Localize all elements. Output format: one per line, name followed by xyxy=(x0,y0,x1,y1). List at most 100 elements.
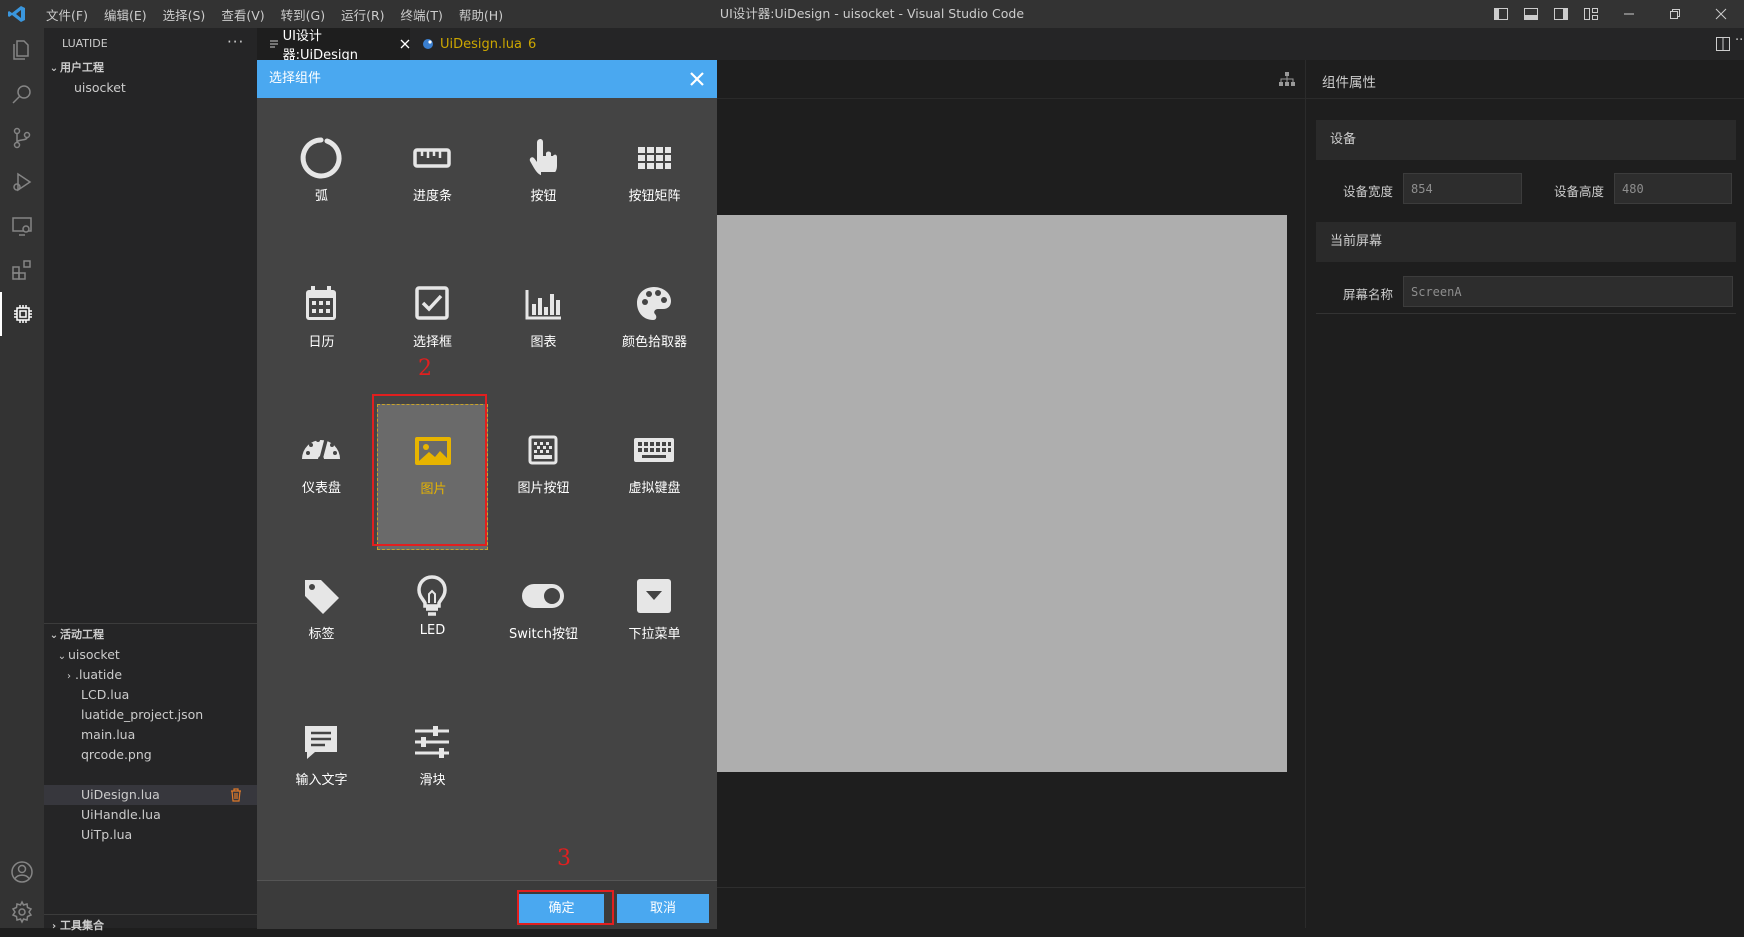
file-item[interactable]: LCD.lua xyxy=(44,685,257,705)
toggle-panel-icon[interactable] xyxy=(1520,0,1542,28)
component-label[interactable]: 标签 xyxy=(266,550,377,696)
file-item[interactable]: qrcode.png xyxy=(44,745,257,765)
component-arc[interactable]: 弧 xyxy=(266,112,377,258)
trash-icon[interactable] xyxy=(230,788,242,802)
chevron-right-icon: › xyxy=(67,671,71,682)
customize-layout-icon[interactable] xyxy=(1580,0,1602,28)
sidebar-title: LUATIDE xyxy=(62,37,108,50)
menu-terminal[interactable]: 终端(T) xyxy=(393,5,451,24)
component-chart[interactable]: 图表 xyxy=(488,258,599,404)
close-window-icon[interactable] xyxy=(1698,0,1744,28)
close-tab-icon[interactable] xyxy=(400,39,410,49)
vscode-logo-icon xyxy=(8,6,25,22)
screen-name-input[interactable]: ScreenA xyxy=(1403,276,1733,307)
menu-run[interactable]: 运行(R) xyxy=(333,5,392,24)
file-item-selected[interactable]: UiDesign.lua xyxy=(44,785,257,805)
component-button[interactable]: 按钮 xyxy=(488,112,599,258)
search-icon[interactable] xyxy=(0,72,44,116)
annotation-step-2: 2 xyxy=(418,356,432,381)
screen-name-label: 屏幕名称 xyxy=(1343,287,1394,302)
component-text-input[interactable]: 输入文字 xyxy=(266,696,377,842)
device-height-input[interactable]: 480 xyxy=(1614,173,1732,204)
dialog-header: 选择组件 xyxy=(257,60,717,98)
arc-icon xyxy=(300,137,342,179)
preview-icon xyxy=(270,40,278,48)
component-dropdown[interactable]: 下拉菜单 xyxy=(599,550,710,696)
menu-file[interactable]: 文件(F) xyxy=(38,5,96,24)
account-icon[interactable] xyxy=(0,850,44,894)
menu-bar: 文件(F) 编辑(E) 选择(S) 查看(V) 转到(G) 运行(R) 终端(T… xyxy=(38,0,511,28)
chevron-right-icon: › xyxy=(51,921,57,932)
active-project-section[interactable]: ⌄ 活动工程 xyxy=(44,625,257,645)
close-dialog-icon[interactable] xyxy=(687,69,707,89)
component-picker-dialog: 选择组件 弧 进度条 按钮 按钮矩阵 日历 选择框 图表 颜色拾取器 仪表盘 图… xyxy=(257,60,717,929)
component-gauge[interactable]: 仪表盘 xyxy=(266,404,377,550)
component-progress-bar[interactable]: 进度条 xyxy=(377,112,488,258)
palette-icon xyxy=(637,287,671,320)
file-item[interactable]: main.lua xyxy=(44,725,257,745)
menu-selection[interactable]: 选择(S) xyxy=(155,5,214,24)
cancel-button[interactable]: 取消 xyxy=(617,894,709,923)
device-height-label: 设备高度 xyxy=(1554,184,1605,199)
tab-uidesign-lua[interactable]: UiDesign.lua 6 xyxy=(410,28,540,60)
split-editor-icon[interactable] xyxy=(1716,37,1730,51)
component-virtual-keyboard[interactable]: 虚拟键盘 xyxy=(599,404,710,550)
menu-go[interactable]: 转到(G) xyxy=(273,5,333,24)
user-project-section[interactable]: ⌄ 用户工程 xyxy=(44,58,257,78)
component-slider[interactable]: 滑块 xyxy=(377,696,488,842)
device-width-label: 设备宽度 xyxy=(1343,184,1394,199)
component-led[interactable]: LED xyxy=(377,550,488,696)
component-checkbox[interactable]: 选择框 xyxy=(377,258,488,404)
switch-icon xyxy=(522,584,564,608)
luatide-chip-icon[interactable] xyxy=(0,292,44,336)
device-screen-canvas[interactable] xyxy=(716,215,1287,772)
component-image-button[interactable]: 图片按钮 xyxy=(488,404,599,550)
menu-help[interactable]: 帮助(H) xyxy=(451,5,511,24)
bulb-icon xyxy=(417,575,447,616)
minimize-icon[interactable] xyxy=(1606,0,1652,28)
annotation-box-confirm xyxy=(517,890,614,925)
file-item-placeholder xyxy=(44,765,257,785)
active-project-folder[interactable]: ⌄ uisocket xyxy=(44,645,257,665)
restore-icon[interactable] xyxy=(1652,0,1698,28)
annotation-step-3: 3 xyxy=(557,846,571,871)
source-control-icon[interactable] xyxy=(0,116,44,160)
lua-file-icon xyxy=(423,39,433,49)
button-matrix-icon xyxy=(638,147,671,169)
activity-bar xyxy=(0,28,44,928)
menu-view[interactable]: 查看(V) xyxy=(213,5,272,24)
divider xyxy=(1316,313,1736,314)
more-tab-actions-icon[interactable]: ··· xyxy=(1735,33,1744,48)
menu-edit[interactable]: 编辑(E) xyxy=(96,5,155,24)
window-controls xyxy=(1486,0,1744,28)
file-item[interactable]: luatide_project.json xyxy=(44,705,257,725)
file-item[interactable]: UiHandle.lua xyxy=(44,805,257,825)
file-item[interactable]: UiTp.lua xyxy=(44,825,257,845)
run-debug-icon[interactable] xyxy=(0,160,44,204)
dialog-title: 选择组件 xyxy=(269,71,322,86)
problems-badge: 6 xyxy=(527,36,537,52)
device-width-input[interactable]: 854 xyxy=(1403,173,1522,204)
component-switch[interactable]: Switch按钮 xyxy=(488,550,599,696)
keyboard-icon xyxy=(634,438,674,462)
toggle-secondary-sidebar-icon[interactable] xyxy=(1550,0,1572,28)
gauge-icon xyxy=(302,438,340,462)
more-actions-icon[interactable]: ··· xyxy=(227,33,244,51)
component-button-matrix[interactable]: 按钮矩阵 xyxy=(599,112,710,258)
toggle-sidebar-icon[interactable] xyxy=(1490,0,1512,28)
explorer-icon[interactable] xyxy=(0,28,44,72)
file-item-luatide-folder[interactable]: › .luatide xyxy=(44,665,257,685)
tools-section[interactable]: › 工具集合 xyxy=(44,916,257,936)
progress-bar-icon xyxy=(413,148,451,168)
extensions-icon[interactable] xyxy=(0,248,44,292)
user-project-item[interactable]: uisocket xyxy=(44,78,257,98)
hierarchy-icon[interactable] xyxy=(1279,72,1295,86)
calendar-icon xyxy=(306,286,336,320)
tab-ui-designer[interactable]: UI设计器:UiDesign xyxy=(257,28,410,63)
component-calendar[interactable]: 日历 xyxy=(266,258,377,404)
editor-tab-bar: UI设计器:UiDesign UiDesign.lua 6 ··· xyxy=(257,28,1744,63)
remote-explorer-icon[interactable] xyxy=(0,204,44,248)
component-color-picker[interactable]: 颜色拾取器 xyxy=(599,258,710,404)
properties-panel: 组件属性 设备 设备宽度 854 设备高度 480 当前屏幕 屏幕名称 Scre… xyxy=(1305,60,1744,928)
manage-gear-icon[interactable] xyxy=(0,890,44,934)
